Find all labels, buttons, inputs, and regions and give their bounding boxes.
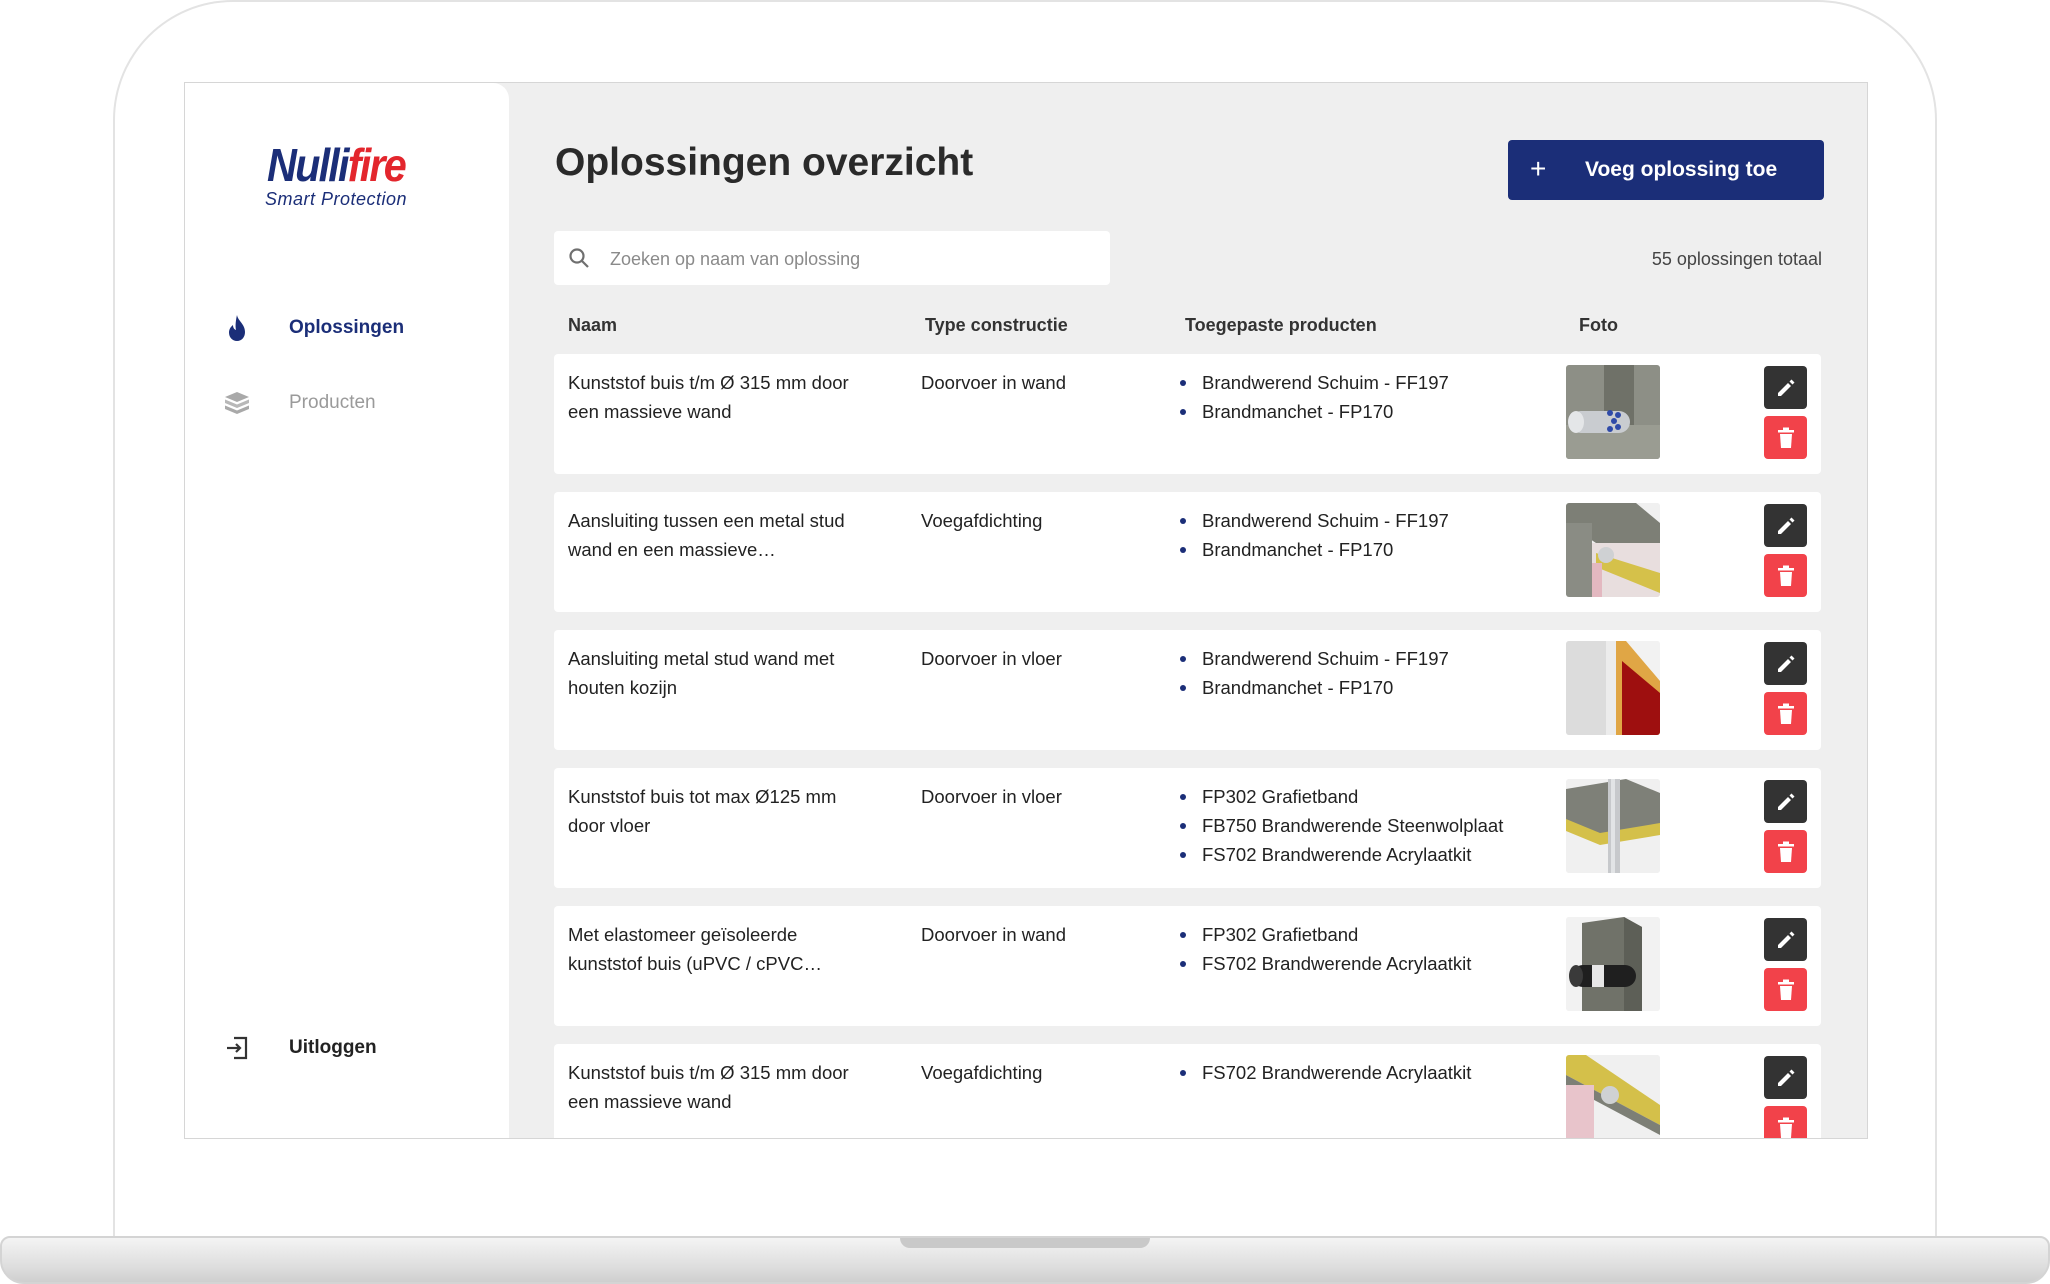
solution-photo[interactable] xyxy=(1566,917,1660,1011)
search-input[interactable] xyxy=(608,241,1092,277)
delete-button[interactable] xyxy=(1764,554,1807,597)
column-header-naam: Naam xyxy=(568,315,618,335)
trash-icon xyxy=(1777,1117,1794,1138)
trash-icon xyxy=(1777,427,1794,448)
construction-type: Doorvoer in wand xyxy=(921,372,1066,393)
column-header-type: Type constructie xyxy=(925,315,1068,335)
construction-type: Doorvoer in vloer xyxy=(921,786,1062,807)
table-row[interactable]: Kunststof buis t/m Ø 315 mm door een mas… xyxy=(554,1044,1821,1138)
table-row[interactable]: Aansluiting tussen een metal stud wand e… xyxy=(554,492,1821,612)
sidebar-item-producten[interactable]: Producten xyxy=(221,386,376,420)
solution-name: Kunststof buis tot max Ø125 mm door vloe… xyxy=(568,786,837,836)
delete-button[interactable] xyxy=(1764,416,1807,459)
solution-name: Aansluiting tussen een metal stud wand e… xyxy=(568,510,845,560)
product-item: Brandwerend Schuim - FF197 xyxy=(1178,644,1449,673)
construction-type: Doorvoer in vloer xyxy=(921,648,1062,669)
product-item: FS702 Brandwerende Acrylaatkit xyxy=(1178,840,1503,869)
product-item: FP302 Grafietband xyxy=(1178,782,1503,811)
box-icon xyxy=(221,387,253,419)
nullifire-logo: Nullifire Smart Protection xyxy=(265,139,435,209)
product-item: FS702 Brandwerende Acrylaatkit xyxy=(1178,949,1471,978)
search-box xyxy=(554,231,1110,285)
edit-button[interactable] xyxy=(1764,780,1807,823)
trash-icon xyxy=(1777,565,1794,586)
logo-wordmark-red: fire xyxy=(347,139,407,191)
table-row[interactable]: Met elastomeer geïsoleerde kunststof bui… xyxy=(554,906,1821,1026)
total-count: 55 oplossingen totaal xyxy=(1651,249,1822,269)
app-screen: Nullifire Smart Protection Oplossingen P… xyxy=(184,82,1868,1139)
solution-photo[interactable] xyxy=(1566,779,1660,873)
flame-icon xyxy=(221,312,253,344)
product-list: Brandwerend Schuim - FF197 Brandmanchet … xyxy=(1178,644,1449,702)
product-item: FS702 Brandwerende Acrylaatkit xyxy=(1178,1058,1471,1087)
product-item: Brandwerend Schuim - FF197 xyxy=(1178,368,1449,397)
column-header-foto: Foto xyxy=(1579,315,1618,335)
product-list: Brandwerend Schuim - FF197 Brandmanchet … xyxy=(1178,368,1449,426)
pencil-icon xyxy=(1777,931,1794,948)
pencil-icon xyxy=(1777,793,1794,810)
edit-button[interactable] xyxy=(1764,366,1807,409)
delete-button[interactable] xyxy=(1764,830,1807,873)
logout-button[interactable]: Uitloggen xyxy=(221,1031,377,1065)
trash-icon xyxy=(1777,979,1794,1000)
delete-button[interactable] xyxy=(1764,692,1807,735)
edit-button[interactable] xyxy=(1764,642,1807,685)
logo-wordmark: Nullifire xyxy=(267,139,407,191)
pencil-icon xyxy=(1777,1069,1794,1086)
solution-photo[interactable] xyxy=(1566,1055,1660,1138)
product-item: Brandmanchet - FP170 xyxy=(1178,535,1449,564)
product-list: FP302 Grafietband FS702 Brandwerende Acr… xyxy=(1178,920,1471,978)
sidebar: Nullifire Smart Protection Oplossingen P… xyxy=(185,83,509,1138)
solution-name: Kunststof buis t/m Ø 315 mm door een mas… xyxy=(568,372,849,422)
construction-type: Doorvoer in wand xyxy=(921,924,1066,945)
construction-type: Voegafdichting xyxy=(921,510,1043,531)
solution-photo[interactable] xyxy=(1566,503,1660,597)
solution-name: Kunststof buis t/m Ø 315 mm door een mas… xyxy=(568,1062,849,1112)
plus-icon: + xyxy=(1530,153,1547,184)
table-row[interactable]: Kunststof buis tot max Ø125 mm door vloe… xyxy=(554,768,1821,888)
add-solution-button[interactable]: + Voeg oplossing toe xyxy=(1508,140,1824,200)
trash-icon xyxy=(1777,703,1794,724)
sidebar-item-oplossingen[interactable]: Oplossingen xyxy=(221,311,404,345)
sidebar-item-label: Producten xyxy=(289,392,376,413)
add-solution-label: Voeg oplossing toe xyxy=(1585,158,1778,181)
delete-button[interactable] xyxy=(1764,968,1807,1011)
table-row[interactable]: Aansluiting metal stud wand met houten k… xyxy=(554,630,1821,750)
pencil-icon xyxy=(1777,517,1794,534)
product-item: Brandmanchet - FP170 xyxy=(1178,673,1449,702)
laptop-notch xyxy=(900,1238,1150,1248)
trash-icon xyxy=(1777,841,1794,862)
logo-wordmark-dark: Nulli xyxy=(267,139,349,191)
solution-photo[interactable] xyxy=(1566,641,1660,735)
pencil-icon xyxy=(1777,655,1794,672)
product-item: FP302 Grafietband xyxy=(1178,920,1471,949)
product-list: Brandwerend Schuim - FF197 Brandmanchet … xyxy=(1178,506,1449,564)
sidebar-item-label: Oplossingen xyxy=(289,317,405,338)
construction-type: Voegafdichting xyxy=(921,1062,1043,1083)
product-item: Brandwerend Schuim - FF197 xyxy=(1178,506,1449,535)
table-row[interactable]: Kunststof buis t/m Ø 315 mm door een mas… xyxy=(554,354,1821,474)
solution-name: Aansluiting metal stud wand met houten k… xyxy=(568,648,835,698)
product-list: FS702 Brandwerende Acrylaatkit xyxy=(1178,1058,1471,1087)
product-item: FB750 Brandwerende Steenwolplaat xyxy=(1178,811,1503,840)
logout-label: Uitloggen xyxy=(289,1037,377,1058)
logout-icon xyxy=(221,1032,253,1064)
column-header-producten: Toegepaste producten xyxy=(1185,315,1377,335)
product-item: Brandmanchet - FP170 xyxy=(1178,397,1449,426)
delete-button[interactable] xyxy=(1764,1106,1807,1138)
edit-button[interactable] xyxy=(1764,918,1807,961)
edit-button[interactable] xyxy=(1764,1056,1807,1099)
solution-photo[interactable] xyxy=(1566,365,1660,459)
pencil-icon xyxy=(1777,379,1794,396)
logo-tagline: Smart Protection xyxy=(265,189,408,209)
edit-button[interactable] xyxy=(1764,504,1807,547)
product-list: FP302 Grafietband FB750 Brandwerende Ste… xyxy=(1178,782,1503,869)
search-icon xyxy=(568,247,590,269)
page-title: Oplossingen overzicht xyxy=(555,141,974,184)
solution-name: Met elastomeer geïsoleerde kunststof bui… xyxy=(568,924,822,974)
